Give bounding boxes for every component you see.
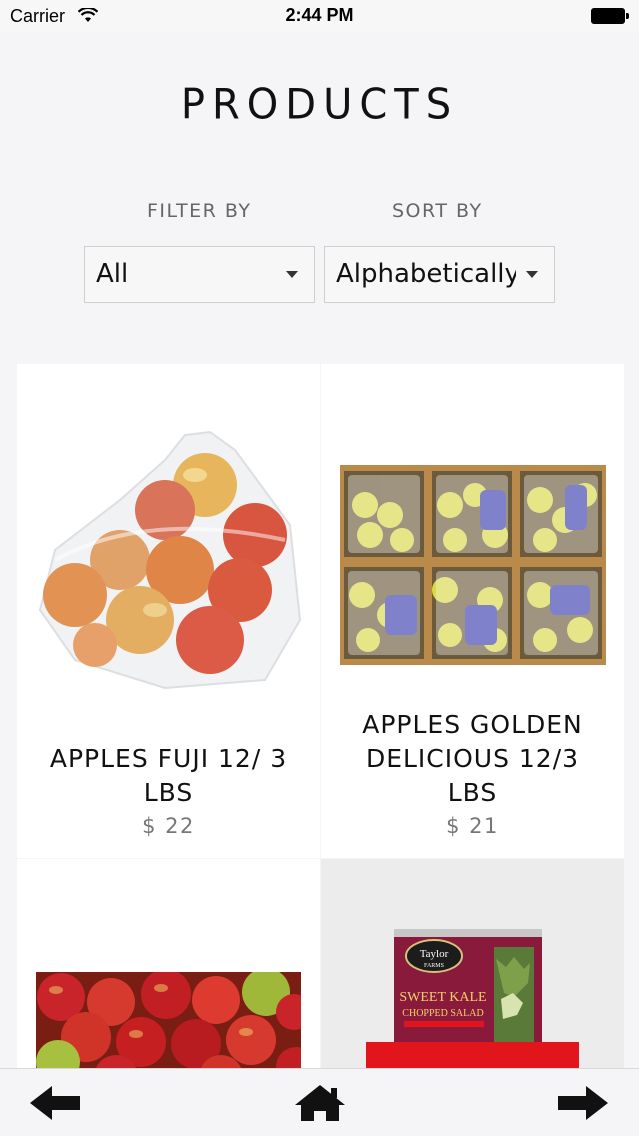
svg-text:CHOPPED SALAD: CHOPPED SALAD bbox=[402, 1008, 483, 1019]
battery-icon bbox=[591, 8, 629, 24]
product-card[interactable]: APPLES FUJI 12/ 3 LBS $ 22 bbox=[17, 364, 320, 858]
arrow-left-icon[interactable] bbox=[28, 1083, 82, 1123]
product-name: APPLES GOLDEN DELICIOUS 12/3 LBS bbox=[362, 710, 583, 807]
brand-logo-text: Taylor bbox=[420, 948, 449, 960]
filter-value: All bbox=[96, 259, 129, 289]
product-image bbox=[38, 430, 301, 690]
product-image bbox=[36, 972, 301, 1079]
filter-dropdown[interactable]: All bbox=[84, 246, 315, 303]
product-card[interactable]: APPLES GOLDEN DELICIOUS 12/3 LBS $ 21 bbox=[321, 364, 624, 858]
status-bar: Carrier 2:44 PM bbox=[0, 0, 639, 32]
svg-text:SWEET KALE: SWEET KALE bbox=[399, 990, 486, 1005]
product-image: Taylor FARMS SWEET KALE CHOPPED SALAD bbox=[366, 929, 579, 1079]
sort-label: SORT BY bbox=[392, 200, 483, 222]
page-title: PRODUCTS bbox=[180, 80, 459, 130]
dropdown-caret-icon bbox=[286, 271, 298, 278]
filter-label: FILTER BY bbox=[147, 200, 252, 222]
bottom-navigation bbox=[0, 1068, 639, 1136]
status-time: 2:44 PM bbox=[285, 5, 354, 25]
arrow-right-icon[interactable] bbox=[556, 1083, 610, 1123]
product-image bbox=[340, 465, 606, 665]
product-card[interactable]: Taylor FARMS SWEET KALE CHOPPED SALAD bbox=[321, 859, 624, 1079]
product-price: $ 21 bbox=[446, 814, 499, 838]
sort-dropdown[interactable]: Alphabetically bbox=[324, 246, 555, 303]
svg-text:FARMS: FARMS bbox=[424, 963, 444, 969]
dropdown-caret-icon bbox=[526, 271, 538, 278]
sort-value: Alphabetically bbox=[336, 259, 516, 289]
product-name: APPLES FUJI 12/ 3 LBS bbox=[49, 744, 288, 807]
product-card[interactable] bbox=[17, 859, 320, 1079]
home-icon[interactable] bbox=[293, 1083, 347, 1123]
product-price: $ 22 bbox=[142, 814, 195, 838]
